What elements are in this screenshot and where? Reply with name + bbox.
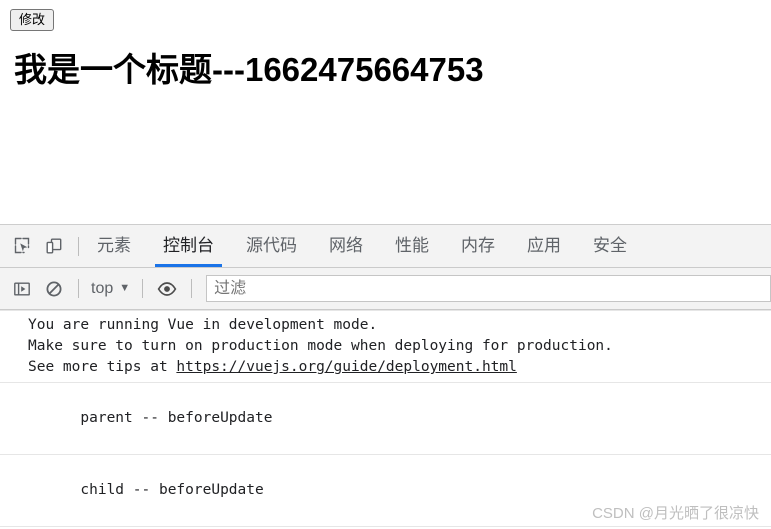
console-message-log[interactable]: child -- beforeUpdate [0, 455, 771, 527]
page-title: 我是一个标题---1662475664753 [14, 51, 484, 88]
console-message-vue-dev-warning[interactable]: You are running Vue in development mode.… [0, 310, 771, 383]
message-line-3-prefix: See more tips at [28, 359, 177, 375]
tab-network[interactable]: 网络 [319, 225, 373, 267]
live-expression-eye-icon[interactable] [151, 273, 183, 305]
console-message-list[interactable]: You are running Vue in development mode.… [0, 310, 771, 529]
message-line-1: You are running Vue in development mode. [28, 317, 378, 333]
tab-label: 源代码 [246, 236, 297, 255]
clear-console-icon[interactable] [38, 273, 70, 305]
tab-label: 元素 [97, 236, 131, 255]
modify-button[interactable]: 修改 [10, 9, 55, 31]
tab-label: 网络 [329, 236, 363, 255]
tab-elements[interactable]: 元素 [87, 225, 141, 267]
console-message-log[interactable]: parent -- beforeUpdate [0, 383, 771, 455]
toolbar-divider [78, 236, 79, 256]
web-page-content: 修改 我是一个标题---1662475664753 [0, 0, 771, 224]
vue-deployment-guide-link[interactable]: https://vuejs.org/guide/deployment.html [176, 359, 516, 375]
console-toolbar-divider-3 [191, 279, 193, 298]
tab-sources[interactable]: 源代码 [236, 225, 307, 267]
tab-security[interactable]: 安全 [583, 225, 637, 267]
device-toolbar-icon[interactable] [38, 230, 70, 262]
tab-label: 安全 [593, 236, 627, 255]
execution-context-dropdown[interactable]: top ▼ [87, 280, 134, 298]
console-toolbar: top ▼ [0, 268, 771, 310]
tab-label: 内存 [461, 236, 495, 255]
show-console-sidebar-icon[interactable] [6, 273, 38, 305]
message-text: parent -- beforeUpdate [80, 410, 273, 426]
tab-label: 性能 [395, 236, 429, 255]
message-text: child -- beforeUpdate [80, 482, 264, 498]
message-line-2: Make sure to turn on production mode whe… [28, 338, 613, 354]
tab-memory[interactable]: 内存 [451, 225, 505, 267]
tab-console[interactable]: 控制台 [153, 225, 224, 267]
console-toolbar-divider [78, 279, 79, 298]
chevron-down-icon: ▼ [119, 282, 131, 294]
devtools-panel: 元素 控制台 源代码 网络 性能 内存 应用 安全 top ▼ 过滤 You a… [0, 224, 771, 529]
tab-label: 应用 [527, 236, 561, 255]
tab-label: 控制台 [163, 236, 214, 255]
inspect-element-icon[interactable] [6, 230, 38, 262]
console-toolbar-divider-2 [142, 279, 144, 298]
tab-performance[interactable]: 性能 [385, 225, 439, 267]
tab-application[interactable]: 应用 [517, 225, 571, 267]
devtools-tab-bar: 元素 控制台 源代码 网络 性能 内存 应用 安全 [0, 225, 771, 268]
execution-context-label: top [91, 279, 114, 297]
console-filter-input[interactable] [206, 275, 771, 302]
